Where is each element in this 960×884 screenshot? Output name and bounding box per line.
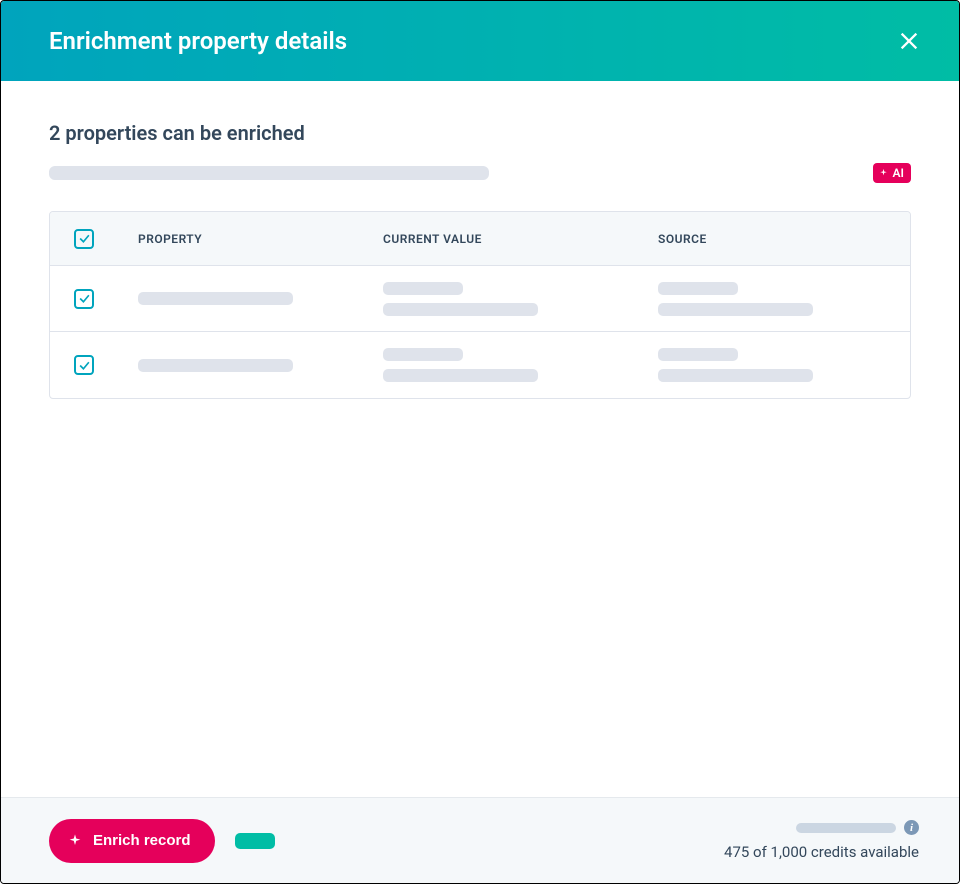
source-placeholder — [658, 282, 738, 295]
check-icon — [78, 359, 91, 372]
value-placeholder — [383, 369, 538, 382]
enrich-button-label: Enrich record — [93, 832, 191, 849]
footer-left: Enrich record — [49, 819, 275, 863]
column-source: SOURCE — [658, 232, 886, 246]
source-placeholder — [658, 369, 813, 382]
value-placeholder — [383, 348, 463, 361]
row-checkbox[interactable] — [74, 355, 94, 375]
check-icon — [78, 232, 91, 245]
close-button[interactable] — [895, 27, 923, 55]
sparkle-icon — [67, 833, 83, 849]
column-property: PROPERTY — [138, 232, 383, 246]
property-placeholder — [138, 359, 293, 372]
credits-available: 475 of 1,000 credits available — [724, 843, 919, 861]
property-placeholder — [138, 292, 293, 305]
table-header: PROPERTY CURRENT VALUE SOURCE — [50, 212, 910, 266]
close-icon — [898, 30, 920, 52]
description-row: AI — [49, 163, 911, 183]
description-placeholder — [49, 166, 489, 180]
modal-title: Enrichment property details — [49, 27, 347, 55]
column-current-value: CURRENT VALUE — [383, 232, 658, 246]
select-all-checkbox[interactable] — [74, 229, 94, 249]
row-checkbox[interactable] — [74, 289, 94, 309]
table-row — [50, 332, 910, 398]
footer-info-row: i — [796, 820, 919, 835]
value-placeholder — [383, 282, 463, 295]
modal-body: 2 properties can be enriched AI PROPERTY… — [1, 81, 959, 797]
enrichable-count: 2 properties can be enriched — [49, 121, 911, 145]
properties-table: PROPERTY CURRENT VALUE SOURCE — [49, 211, 911, 399]
value-placeholder — [383, 303, 538, 316]
source-placeholder — [658, 348, 738, 361]
enrichment-modal: Enrichment property details 2 properties… — [0, 0, 960, 884]
enrich-record-button[interactable]: Enrich record — [49, 819, 215, 863]
info-icon[interactable]: i — [904, 820, 919, 835]
modal-header: Enrichment property details — [1, 1, 959, 81]
footer-right: i 475 of 1,000 credits available — [724, 820, 919, 861]
table-row — [50, 266, 910, 332]
sparkle-icon — [878, 168, 889, 179]
source-placeholder — [658, 303, 813, 316]
modal-footer: Enrich record i 475 of 1,000 credits ava… — [1, 797, 959, 883]
footer-placeholder — [796, 823, 896, 833]
secondary-pill[interactable] — [235, 833, 275, 849]
ai-badge-label: AI — [893, 166, 904, 180]
ai-badge: AI — [873, 163, 911, 183]
check-icon — [78, 292, 91, 305]
